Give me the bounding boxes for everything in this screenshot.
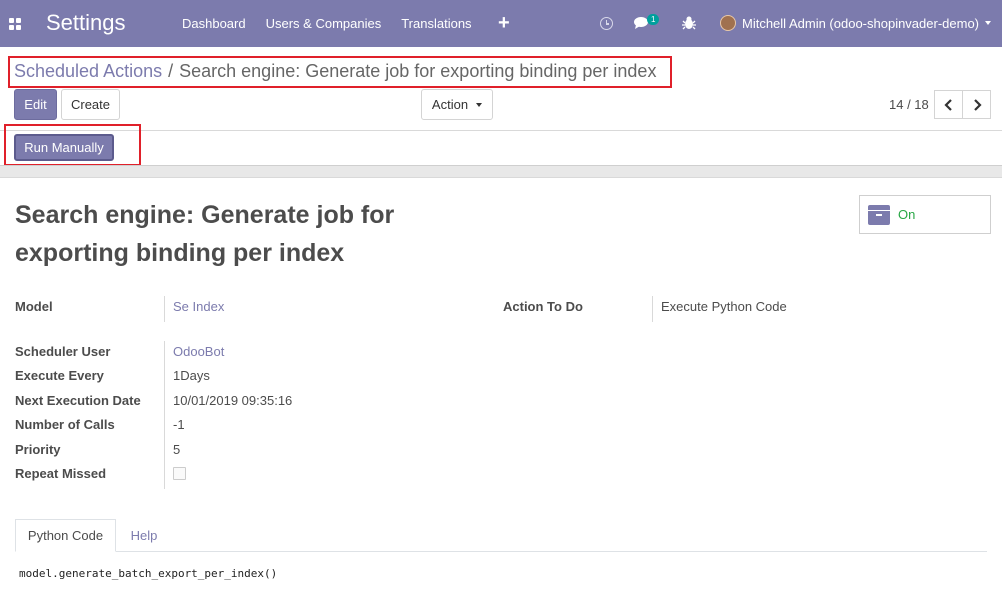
user-menu[interactable]: Mitchell Admin (odoo-shopinvader-demo) — [720, 15, 992, 31]
number-of-calls-value: -1 — [173, 417, 185, 432]
model-label: Model — [15, 299, 53, 314]
action-dropdown[interactable]: Action — [421, 89, 493, 120]
next-execution-date-label: Next Execution Date — [15, 393, 141, 408]
notebook-tabs: Python Code Help — [15, 519, 987, 552]
number-of-calls-label: Number of Calls — [15, 417, 115, 432]
create-button[interactable]: Create — [61, 89, 120, 120]
caret-down-icon — [476, 102, 483, 107]
bug-icon[interactable] — [682, 15, 696, 31]
priority-value: 5 — [173, 442, 181, 457]
menu-item-users-companies[interactable]: Users & Companies — [266, 16, 382, 31]
plus-icon[interactable]: + — [498, 12, 510, 35]
python-code-editor[interactable]: model.generate_batch_export_per_index() — [19, 567, 277, 580]
avatar — [720, 15, 736, 31]
action-label: Action — [431, 97, 469, 112]
apps-grid-icon[interactable] — [9, 18, 21, 30]
sheet-background — [0, 165, 1002, 178]
chat-count-badge: 1 — [647, 14, 660, 25]
pager-value: 14 / 18 — [889, 97, 929, 112]
menu-item-dashboard[interactable]: Dashboard — [182, 16, 246, 31]
action-to-do-label: Action To Do — [503, 299, 583, 314]
model-value[interactable]: Se Index — [173, 299, 224, 314]
active-toggle-button[interactable]: On — [859, 195, 991, 234]
edit-button[interactable]: Edit — [14, 89, 57, 120]
priority-label: Priority — [15, 442, 61, 457]
caret-down-icon — [985, 21, 992, 25]
field-divider — [164, 296, 165, 322]
pager-next-button[interactable] — [962, 90, 991, 119]
execute-every-value: 1Days — [173, 368, 210, 383]
form-statusbar — [0, 130, 1002, 165]
top-navbar: Settings Dashboard Users & Companies Tra… — [0, 0, 1002, 47]
repeat-missed-label: Repeat Missed — [15, 466, 107, 481]
next-execution-date-value: 10/01/2019 09:35:16 — [173, 393, 293, 408]
field-divider — [164, 341, 165, 489]
active-label: On — [898, 207, 916, 222]
execute-every-label: Execute Every — [15, 368, 104, 383]
user-name: Mitchell Admin (odoo-shopinvader-demo) — [742, 15, 980, 31]
tab-python-code[interactable]: Python Code — [15, 519, 116, 552]
tab-help[interactable]: Help — [116, 519, 172, 552]
chevron-right-icon — [973, 98, 982, 111]
pager-previous-button[interactable] — [934, 90, 963, 119]
field-divider — [652, 296, 653, 322]
repeat-missed-checkbox[interactable] — [173, 467, 186, 480]
run-manually-highlight — [4, 124, 141, 166]
action-to-do-value: Execute Python Code — [661, 299, 787, 314]
archive-icon — [868, 204, 890, 225]
main-menu: Dashboard Users & Companies Translations — [182, 16, 492, 31]
app-title[interactable]: Settings — [46, 10, 126, 36]
scheduler-user-label: Scheduler User — [15, 344, 111, 359]
menu-item-translations[interactable]: Translations — [401, 16, 471, 31]
chevron-left-icon — [943, 98, 952, 111]
breadcrumb-highlight — [8, 56, 672, 88]
record-title: Search engine: Generate job for exportin… — [15, 201, 395, 267]
clock-icon[interactable] — [600, 17, 613, 30]
scheduler-user-value[interactable]: OdooBot — [173, 344, 224, 359]
